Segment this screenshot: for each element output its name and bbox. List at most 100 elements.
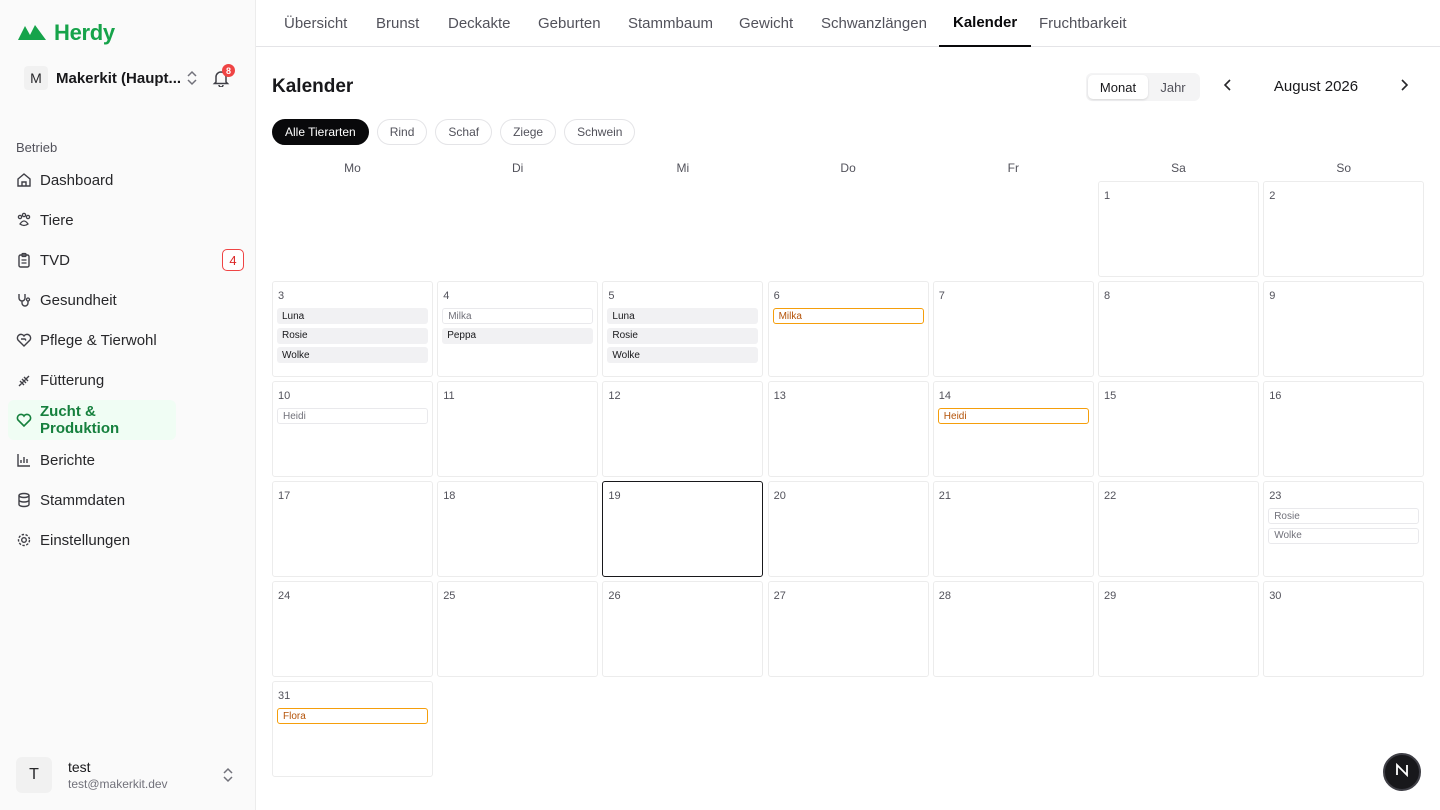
weekday-label: So [1336, 161, 1352, 175]
calendar-event[interactable]: Rosie [277, 327, 428, 344]
brand[interactable]: Herdy [18, 20, 115, 46]
calendar-event[interactable]: Wolke [607, 347, 759, 363]
stethoscope-icon [16, 292, 32, 308]
sidebar-item-gesundheit[interactable]: Gesundheit [8, 280, 248, 320]
tab-brunst[interactable]: Brunst [362, 0, 433, 47]
tab-geburten[interactable]: Geburten [524, 0, 615, 47]
sidebar-item-einstellungen[interactable]: Einstellungen [8, 520, 248, 560]
calendar-event[interactable]: Luna [277, 308, 428, 324]
day-number: 10 [278, 390, 291, 402]
day-number: 9 [1269, 290, 1276, 302]
nextjs-dev-button[interactable] [1383, 753, 1421, 791]
calendar-event[interactable]: Heidi [937, 408, 1089, 424]
sidebar-item-label: Fütterung [40, 371, 105, 389]
calendar-day-cell[interactable]: 17 [272, 481, 433, 577]
calendar-event[interactable]: Wolke [1268, 527, 1420, 544]
sidebar-item-tvd[interactable]: TVD 4 [8, 240, 248, 280]
next-month-button[interactable] [1395, 78, 1413, 96]
calendar-day-cell[interactable]: 15 [1098, 381, 1259, 477]
calendar-event[interactable]: Rosie [607, 327, 759, 344]
weekday-label: Sa [1171, 161, 1186, 175]
day-number: 29 [1104, 590, 1117, 602]
heart-handshake-icon [16, 332, 32, 348]
prev-month-button[interactable] [1219, 78, 1237, 96]
sidebar-item-label: Pflege & Tierwohl [40, 331, 157, 349]
tab-gewicht[interactable]: Gewicht [725, 0, 807, 47]
calendar-day-cell[interactable]: 12 [602, 381, 764, 477]
calendar-event[interactable]: Wolke [277, 347, 428, 363]
calendar-event[interactable]: Peppa [442, 327, 594, 344]
calendar-day-cell[interactable]: 23 Rosie Wolke [1263, 481, 1425, 577]
sidebar-item-stammdaten[interactable]: Stammdaten [8, 480, 248, 520]
calendar-day-cell[interactable]: 14 Heidi [932, 381, 1094, 477]
day-number: 26 [608, 590, 621, 602]
sidebar-item-label: TVD [40, 251, 70, 269]
tab-deckakte[interactable]: Deckakte [434, 0, 525, 47]
view-month-button[interactable]: Monat [1088, 75, 1148, 99]
weekday-label: Di [512, 161, 524, 175]
calendar-day-cell[interactable]: 22 [1098, 481, 1259, 577]
calendar-day-cell[interactable]: 20 [767, 481, 929, 577]
calendar-event[interactable]: Rosie [1268, 508, 1420, 524]
sidebar-item-label: Gesundheit [40, 291, 117, 309]
calendar-day-cell[interactable]: 16 [1263, 381, 1425, 477]
filter-chip-ziege[interactable]: Ziege [500, 119, 557, 145]
calendar-day-cell[interactable]: 18 [437, 481, 599, 577]
notification-badge: 8 [222, 64, 235, 77]
calendar-day-cell[interactable]: 7 [932, 281, 1094, 377]
calendar-day-cell[interactable]: 10 Heidi [272, 381, 433, 477]
calendar-day-cell[interactable]: 21 [932, 481, 1094, 577]
tab-übersicht[interactable]: Übersicht [270, 0, 361, 47]
tab-stammbaum[interactable]: Stammbaum [614, 0, 727, 47]
calendar-day-cell[interactable]: 19 [602, 481, 764, 577]
calendar-day-cell[interactable]: 8 [1098, 281, 1259, 377]
day-number: 31 [278, 690, 291, 702]
calendar-event[interactable]: Heidi [277, 408, 428, 424]
calendar-day-cell[interactable]: 13 [767, 381, 929, 477]
tab-schwanzlängen[interactable]: Schwanzlängen [807, 0, 941, 47]
calendar-day-cell[interactable]: 27 [767, 581, 929, 677]
calendar-day-cell[interactable]: 3 Luna Rosie Wolke [272, 281, 433, 377]
sidebar-item-pflege-tierwohl[interactable]: Pflege & Tierwohl [8, 320, 248, 360]
calendar-day-cell[interactable]: 26 [602, 581, 764, 677]
home-icon [16, 172, 32, 188]
calendar-day-cell[interactable]: 5 Luna Rosie Wolke [602, 281, 764, 377]
org-switcher[interactable]: M Makerkit (Haupt... [16, 62, 206, 94]
calendar-day-cell[interactable]: 6 Milka [767, 281, 929, 377]
user-menu[interactable]: T test test@makerkit.dev [16, 754, 244, 796]
filter-chip-rind[interactable]: Rind [376, 119, 428, 145]
calendar-day-cell[interactable]: 24 [272, 581, 433, 677]
view-year-button[interactable]: Jahr [1148, 75, 1198, 99]
calendar-event[interactable]: Milka [442, 308, 594, 324]
calendar-day-cell[interactable]: 2 [1263, 181, 1425, 277]
calendar-event[interactable]: Luna [607, 308, 759, 324]
sidebar-item-fütterung[interactable]: Fütterung [8, 360, 248, 400]
calendar-day-cell[interactable]: 25 [437, 581, 599, 677]
calendar-event[interactable]: Flora [277, 708, 428, 724]
current-month-label: August 2026 [1273, 78, 1359, 95]
sidebar-item-berichte[interactable]: Berichte [8, 440, 248, 480]
database-icon [16, 492, 32, 508]
day-number: 8 [1104, 290, 1111, 302]
wheat-icon [16, 372, 32, 388]
calendar-event[interactable]: Milka [772, 308, 924, 324]
filter-chip-schaf[interactable]: Schaf [435, 119, 493, 145]
tab-fruchtbarkeit[interactable]: Fruchtbarkeit [1025, 0, 1141, 47]
tab-kalender[interactable]: Kalender [939, 0, 1032, 47]
filter-chip-alle-tierarten[interactable]: Alle Tierarten [272, 119, 369, 145]
filter-chip-schwein[interactable]: Schwein [564, 119, 636, 145]
sidebar-item-tiere[interactable]: Tiere [8, 200, 248, 240]
calendar-day-cell[interactable]: 9 [1263, 281, 1425, 377]
calendar-day-cell[interactable]: 28 [932, 581, 1094, 677]
calendar-day-cell[interactable]: 30 [1263, 581, 1425, 677]
calendar-day-cell[interactable]: 11 [437, 381, 599, 477]
sidebar-item-dashboard[interactable]: Dashboard [8, 160, 248, 200]
calendar-day-cell[interactable]: 31 Flora [272, 681, 433, 777]
calendar-day-cell[interactable]: 29 [1098, 581, 1259, 677]
n-logo-icon [1395, 762, 1409, 782]
user-name: test [68, 759, 91, 775]
day-number: 16 [1269, 390, 1282, 402]
sidebar-item-zucht-produktion[interactable]: Zucht & Produktion [8, 400, 176, 440]
calendar-day-cell[interactable]: 1 [1098, 181, 1259, 277]
calendar-day-cell[interactable]: 4 Milka Peppa [437, 281, 599, 377]
